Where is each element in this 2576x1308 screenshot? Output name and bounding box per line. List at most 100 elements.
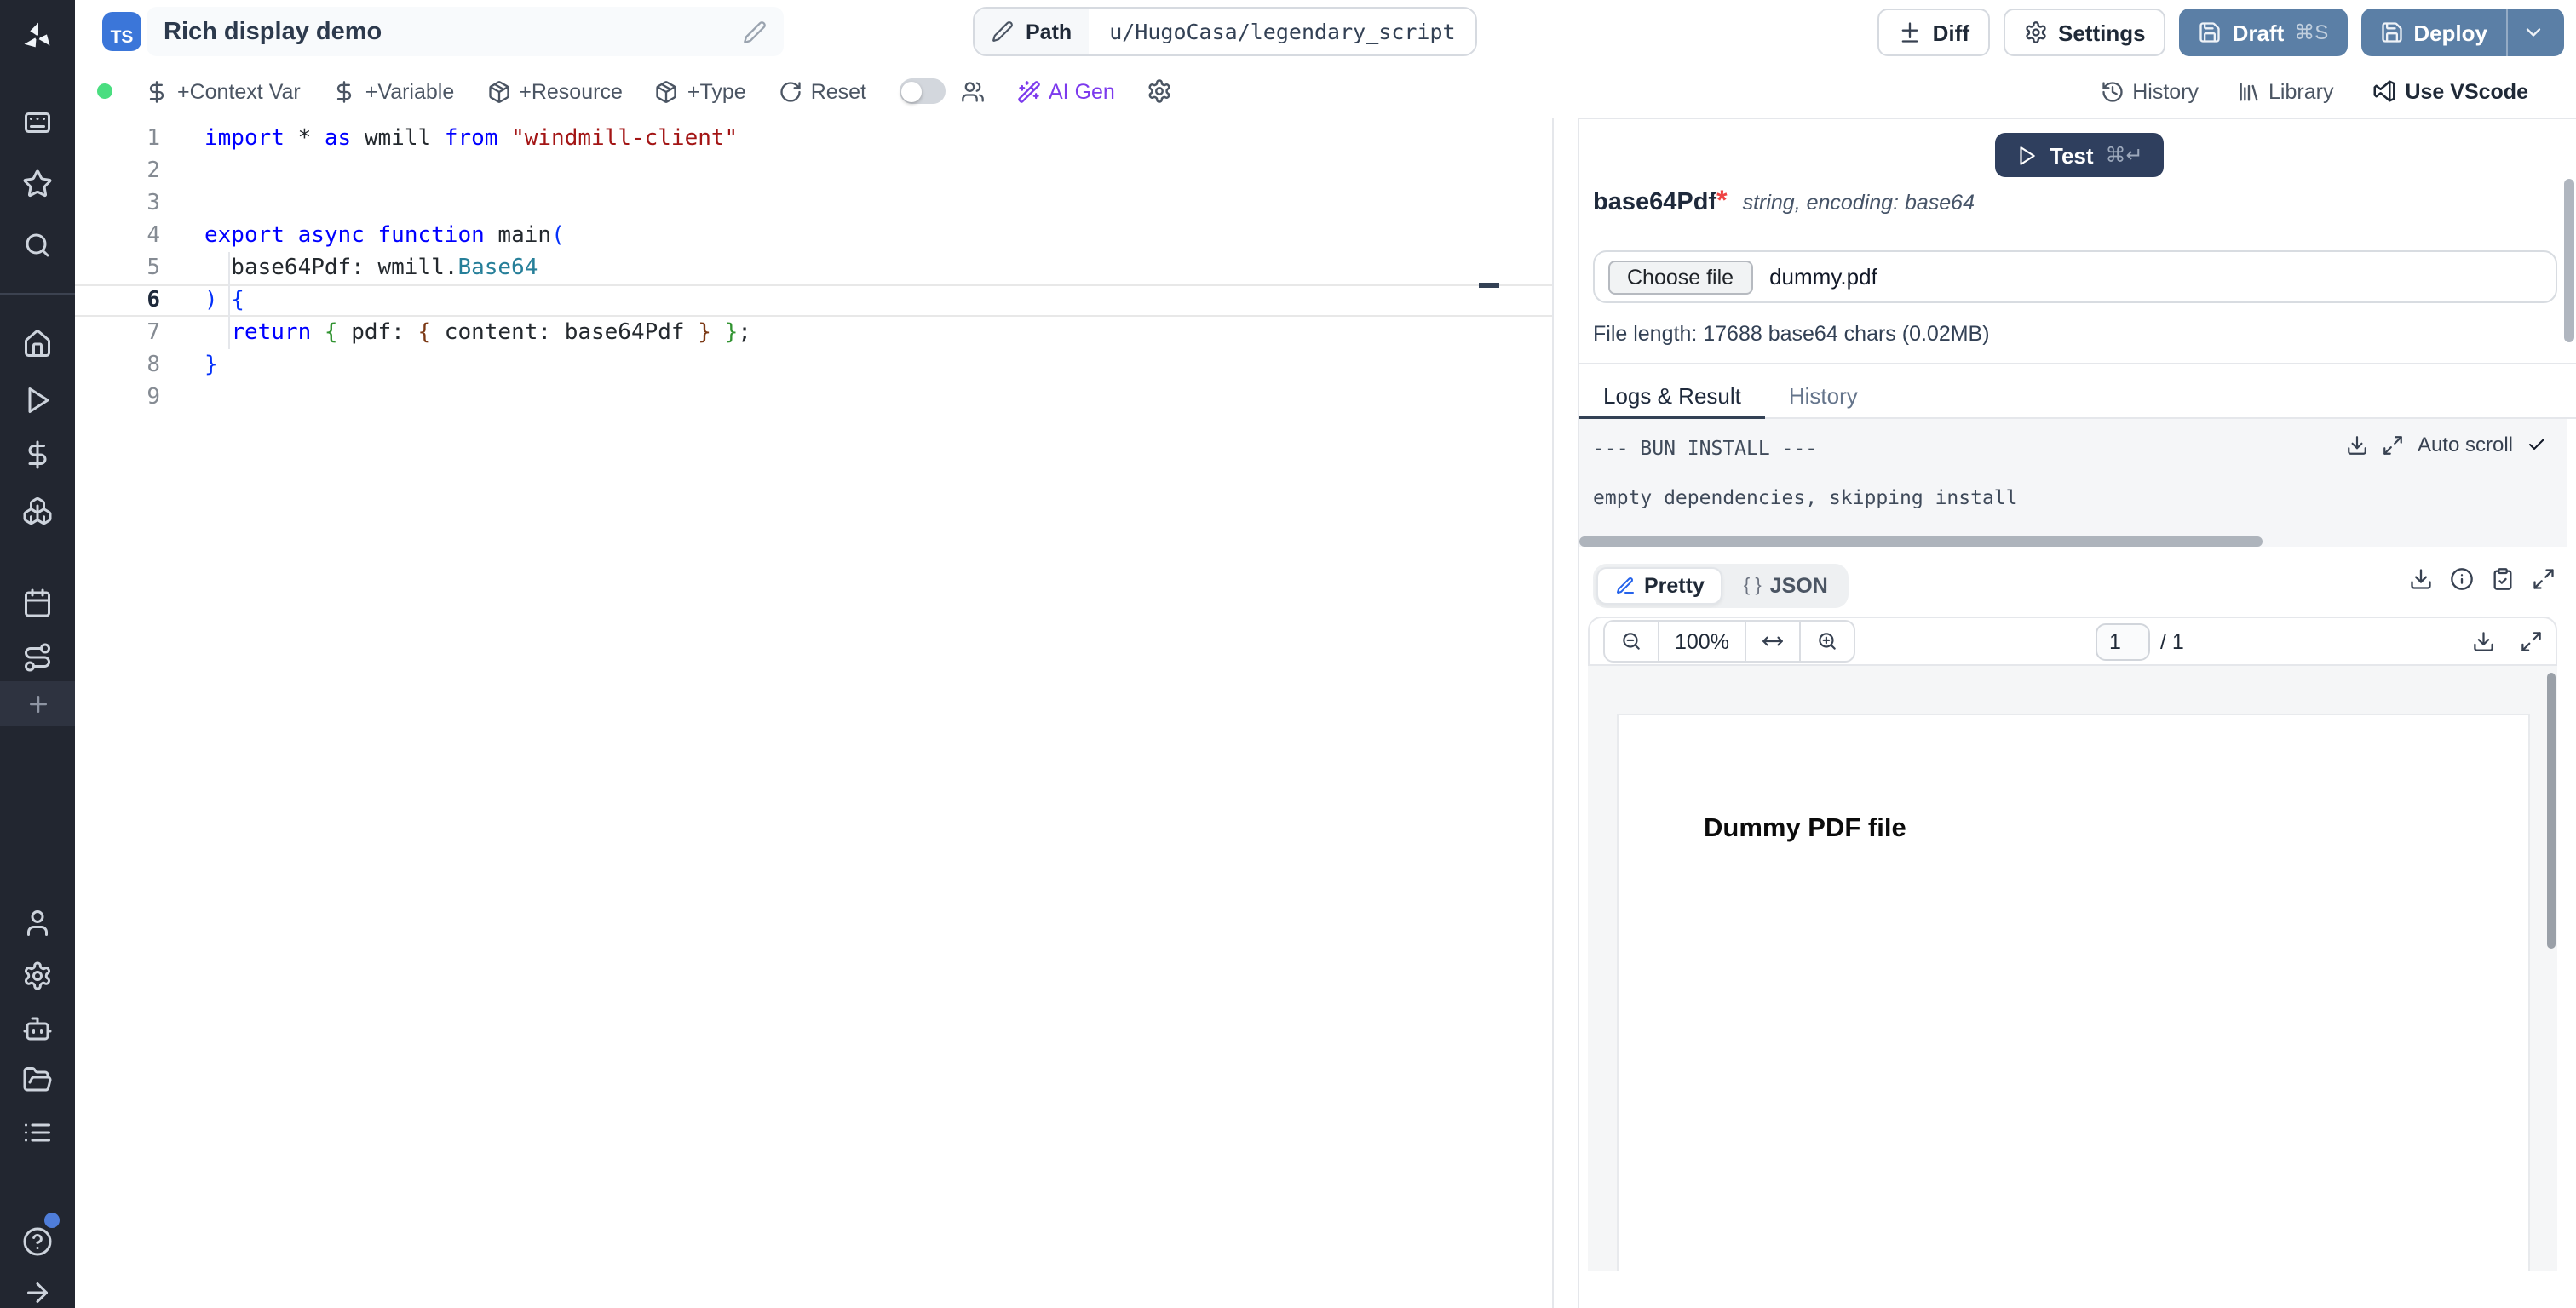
topbar-actions: Diff Settings Draft ⌘S Deploy (1877, 9, 2564, 56)
clipboard-icon[interactable] (2491, 567, 2515, 591)
pdf-toolbar: 100% 1 / 1 (1588, 617, 2557, 666)
path-label-section: Path (975, 9, 1090, 54)
zoom-out-button[interactable] (1605, 622, 1659, 661)
panel-scrollbar[interactable] (2564, 179, 2574, 342)
required-marker: * (1716, 187, 1728, 216)
help-icon (22, 1226, 53, 1257)
overview-ruler-cursor (1479, 283, 1499, 288)
logs-panel[interactable]: --- BUN INSTALL --- empty dependencies, s… (1579, 419, 2567, 547)
sidebar-item-home[interactable] (0, 320, 75, 368)
draft-button-label: Draft (2232, 20, 2285, 45)
sidebar-item-favorites[interactable] (0, 160, 75, 208)
pdf-viewer[interactable]: Dummy PDF file (1588, 666, 2557, 1271)
sidebar-item-resources[interactable] (0, 487, 75, 535)
sidebar-item-runs[interactable] (0, 376, 75, 424)
script-title-box[interactable]: Rich display demo (147, 7, 784, 56)
sidebar-expand-button[interactable] (0, 1269, 75, 1308)
deploy-separator (2506, 9, 2508, 56)
sidebar-item-apps[interactable] (0, 99, 75, 146)
sidebar-item-folders[interactable] (0, 1056, 75, 1104)
windmill-logo-icon (20, 20, 55, 54)
user-icon (22, 908, 53, 938)
sidebar-item-settings[interactable] (0, 952, 75, 1000)
draft-button[interactable]: Draft ⌘S (2179, 9, 2348, 56)
fit-width-button[interactable] (1746, 622, 1801, 661)
chevron-down-icon[interactable] (2521, 20, 2545, 44)
sidebar-item-search[interactable] (0, 221, 75, 269)
pdf-content-text: Dummy PDF file (1704, 814, 1906, 843)
code-lines[interactable]: 1 import * as wmill from "windmill-client… (75, 123, 1552, 414)
sidebar-item-flows[interactable] (0, 634, 75, 681)
add-type-button[interactable]: +Type (655, 79, 746, 103)
editor-toolbar: +Context Var +Variable +Resource +Type R… (75, 65, 2576, 118)
zoom-in-button[interactable] (1801, 622, 1854, 661)
sidebar-item-audit-logs[interactable] (0, 1109, 75, 1156)
file-name: dummy.pdf (1769, 264, 1877, 290)
add-resource-button[interactable]: +Resource (486, 79, 623, 103)
deploy-button-label: Deploy (2413, 20, 2487, 45)
page-number-input[interactable]: 1 (2096, 622, 2150, 660)
add-variable-button[interactable]: +Variable (333, 79, 454, 103)
reset-button[interactable]: Reset (779, 79, 866, 103)
diff-button[interactable]: Diff (1877, 9, 1990, 56)
editor-settings-button[interactable] (1147, 78, 1173, 104)
sidebar-item-help[interactable] (0, 1218, 75, 1265)
download-icon[interactable] (2409, 567, 2433, 591)
zoom-level[interactable]: 100% (1659, 622, 1746, 661)
ai-gen-button[interactable]: AI Gen (1016, 79, 1115, 103)
result-tabs: Logs & Result History (1579, 375, 2576, 419)
download-icon[interactable] (2346, 433, 2368, 456)
pretty-json-segmented-control: Pretty { } JSON (1593, 564, 1849, 608)
star-icon (22, 169, 53, 199)
robot-icon (22, 1013, 53, 1044)
add-context-var-label: +Context Var (177, 79, 301, 103)
history-icon (2100, 79, 2124, 103)
test-button[interactable]: Test ⌘↵ (1995, 133, 2164, 177)
windmill-logo[interactable] (0, 14, 75, 61)
wand-icon (1016, 79, 1040, 103)
vscode-icon (2371, 78, 2396, 104)
pdf-actions (2472, 630, 2542, 653)
package-icon (486, 79, 510, 103)
plus-icon (25, 691, 50, 716)
logs-horizontal-scrollbar[interactable] (1579, 536, 2263, 547)
settings-button[interactable]: Settings (2004, 9, 2166, 56)
check-icon[interactable] (2527, 434, 2547, 455)
code-editor[interactable]: 1 import * as wmill from "windmill-client… (75, 118, 1554, 1308)
sidebar-item-user[interactable] (0, 899, 75, 947)
history-button[interactable]: History (2100, 79, 2199, 103)
expand-icon[interactable] (2532, 567, 2556, 591)
pen-icon (1615, 576, 1636, 596)
json-tab[interactable]: { } JSON (1727, 569, 1845, 603)
expand-icon[interactable] (2382, 433, 2404, 456)
sidebar-item-schedules[interactable] (0, 579, 75, 627)
status-dot (97, 83, 112, 99)
use-vscode-button[interactable]: Use VScode (2371, 78, 2528, 104)
info-icon[interactable] (2450, 567, 2474, 591)
home-icon (22, 329, 53, 359)
save-icon (2199, 20, 2222, 44)
path-pill[interactable]: Path u/HugoCasa/legendary_script (973, 7, 1478, 56)
auto-scroll-label: Auto scroll (2417, 433, 2513, 456)
assistant-toggle[interactable] (899, 78, 945, 104)
add-context-var-button[interactable]: +Context Var (145, 79, 301, 103)
list-icon (22, 1117, 53, 1148)
edit-title-pencil-icon[interactable] (743, 20, 767, 43)
expand-icon[interactable] (2519, 630, 2542, 653)
gear-icon (2024, 20, 2048, 44)
choose-file-button[interactable]: Choose file (1608, 260, 1753, 294)
fit-width-icon (1762, 630, 1784, 652)
download-icon[interactable] (2472, 630, 2495, 653)
arrow-right-icon (22, 1277, 53, 1308)
tab-logs-result[interactable]: Logs & Result (1579, 375, 1765, 419)
sidebar-item-add[interactable] (0, 680, 75, 727)
file-input[interactable]: Choose file dummy.pdf (1593, 250, 2557, 303)
sidebar-item-workers[interactable] (0, 1005, 75, 1053)
pdf-scrollbar[interactable] (2547, 673, 2556, 949)
script-title: Rich display demo (164, 18, 382, 45)
library-button[interactable]: Library (2236, 79, 2333, 103)
tab-history[interactable]: History (1765, 375, 1882, 417)
sidebar-item-variables[interactable] (0, 431, 75, 479)
deploy-button[interactable]: Deploy (2360, 9, 2564, 56)
pretty-tab[interactable]: Pretty (1596, 567, 1723, 605)
